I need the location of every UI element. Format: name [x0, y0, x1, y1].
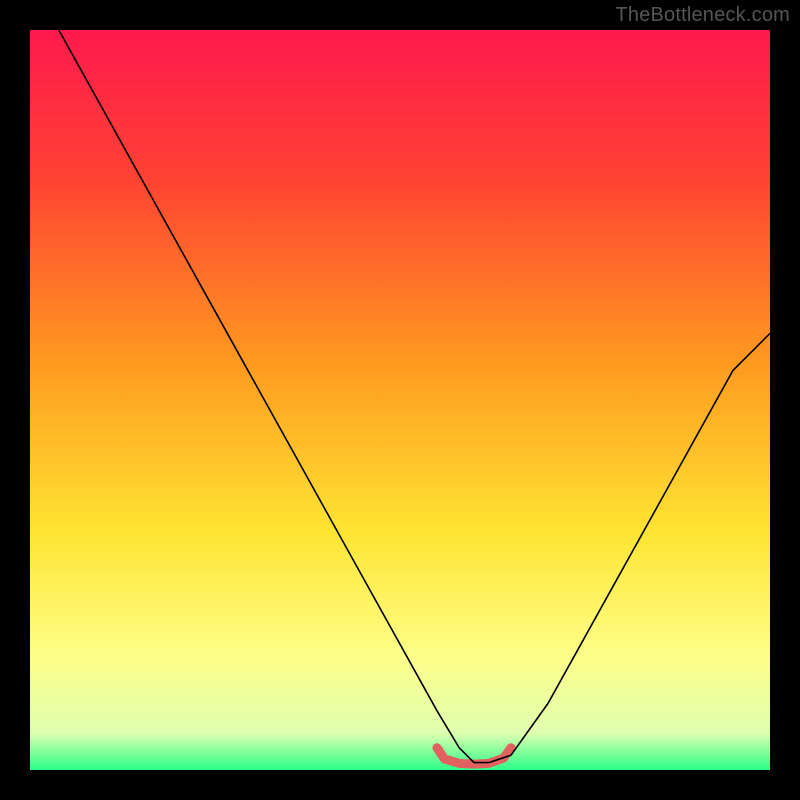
plot-area	[30, 30, 770, 770]
watermark-text: TheBottleneck.com	[615, 4, 790, 27]
chart-frame: TheBottleneck.com	[0, 0, 800, 800]
bottleneck-curve-line	[30, 30, 770, 763]
curves-layer	[30, 30, 770, 770]
